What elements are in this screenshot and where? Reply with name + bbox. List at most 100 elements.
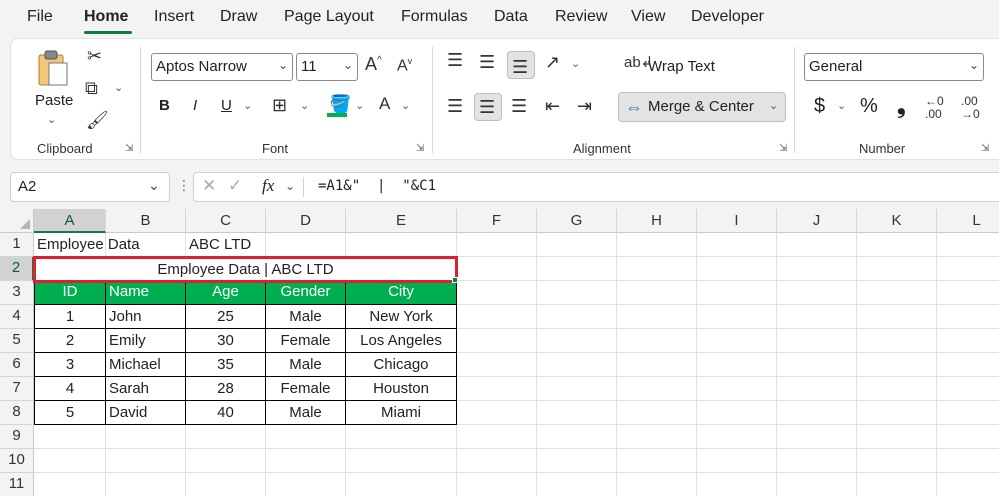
row-header-11[interactable]: 11 bbox=[0, 473, 34, 496]
formula-input[interactable]: =A1&" | "&C1 bbox=[318, 178, 436, 194]
table-cell[interactable]: Male bbox=[266, 401, 346, 425]
menu-draw[interactable]: Draw bbox=[220, 8, 257, 26]
percent-button[interactable]: % bbox=[860, 95, 878, 118]
table-cell[interactable]: Female bbox=[266, 377, 346, 401]
menu-review[interactable]: Review bbox=[555, 8, 607, 26]
row-header-1[interactable]: 1 bbox=[0, 233, 34, 257]
orientation-chevron-icon[interactable]: ⌄ bbox=[571, 57, 580, 70]
font-color-icon[interactable]: A bbox=[379, 95, 390, 112]
table-cell[interactable]: 4 bbox=[34, 377, 106, 401]
select-all-button[interactable] bbox=[0, 209, 34, 233]
table-cell[interactable]: 3 bbox=[34, 353, 106, 377]
cut-icon[interactable]: ✂ bbox=[87, 47, 102, 65]
table-cell[interactable]: Chicago bbox=[346, 353, 457, 377]
align-center-button[interactable]: ☰ bbox=[474, 93, 502, 121]
table-cell[interactable]: 40 bbox=[186, 401, 266, 425]
font-launcher-icon[interactable]: ⇲ bbox=[416, 143, 424, 154]
italic-button[interactable]: I bbox=[193, 97, 197, 114]
row-header-3[interactable]: 3 bbox=[0, 281, 34, 305]
table-cell[interactable]: 1 bbox=[34, 305, 106, 329]
decrease-decimal-icon[interactable]: .00 →0 bbox=[961, 94, 980, 121]
comma-style-button[interactable]: ❟ bbox=[897, 93, 906, 119]
enter-icon[interactable]: ✓ bbox=[228, 176, 242, 196]
currency-chevron-icon[interactable]: ⌄ bbox=[837, 99, 846, 112]
menu-view[interactable]: View bbox=[631, 8, 665, 26]
menu-file[interactable]: File bbox=[27, 8, 53, 26]
column-header-b[interactable]: B bbox=[106, 209, 186, 233]
align-left-icon[interactable]: ☰ bbox=[447, 97, 463, 115]
row-header-8[interactable]: 8 bbox=[0, 401, 34, 425]
fill-color-chevron-icon[interactable]: ⌄ bbox=[355, 99, 364, 112]
increase-decimal-icon[interactable]: ←0.00 bbox=[925, 94, 944, 121]
table-cell[interactable]: Emily bbox=[106, 329, 186, 353]
column-header-i[interactable]: I bbox=[697, 209, 777, 233]
column-header-d[interactable]: D bbox=[266, 209, 346, 233]
menu-home[interactable]: Home bbox=[84, 8, 128, 26]
cell-a1[interactable]: Employee Data bbox=[34, 233, 184, 257]
borders-chevron-icon[interactable]: ⌄ bbox=[300, 99, 309, 112]
wrap-text-button[interactable]: Wrap Text bbox=[648, 58, 715, 75]
menu-formulas[interactable]: Formulas bbox=[401, 8, 468, 26]
menu-developer[interactable]: Developer bbox=[691, 8, 764, 26]
column-header-c[interactable]: C bbox=[186, 209, 266, 233]
number-launcher-icon[interactable]: ⇲ bbox=[981, 143, 989, 154]
format-painter-icon[interactable]: 🖌 bbox=[86, 111, 109, 129]
underline-chevron-icon[interactable]: ⌄ bbox=[243, 99, 252, 112]
column-header-j[interactable]: J bbox=[777, 209, 857, 233]
row-header-6[interactable]: 6 bbox=[0, 353, 34, 377]
table-cell[interactable]: Female bbox=[266, 329, 346, 353]
font-name-dropdown[interactable]: Aptos Narrow ⌄ bbox=[151, 53, 293, 81]
menu-page-layout[interactable]: Page Layout bbox=[284, 8, 374, 26]
table-cell[interactable]: Houston bbox=[346, 377, 457, 401]
row-header-7[interactable]: 7 bbox=[0, 377, 34, 401]
borders-icon[interactable]: ⊞ bbox=[272, 96, 287, 114]
alignment-launcher-icon[interactable]: ⇲ bbox=[779, 143, 787, 154]
table-cell[interactable]: John bbox=[106, 305, 186, 329]
column-header-h[interactable]: H bbox=[617, 209, 697, 233]
table-header-name[interactable]: Name bbox=[106, 281, 186, 305]
increase-indent-icon[interactable]: ⇥ bbox=[577, 97, 592, 115]
align-right-icon[interactable]: ☰ bbox=[511, 97, 527, 115]
name-box[interactable]: A2 ⌄ bbox=[10, 172, 170, 202]
decrease-indent-icon[interactable]: ⇤ bbox=[545, 97, 560, 115]
table-cell[interactable]: 35 bbox=[186, 353, 266, 377]
decrease-font-size-icon[interactable]: Av bbox=[397, 57, 412, 74]
bold-button[interactable]: B bbox=[159, 97, 170, 114]
copy-chevron-icon[interactable]: ⌄ bbox=[114, 81, 123, 94]
increase-font-size-icon[interactable]: A^ bbox=[365, 55, 382, 73]
menu-insert[interactable]: Insert bbox=[154, 8, 194, 26]
chevron-down-icon[interactable]: ⌄ bbox=[285, 179, 295, 193]
table-cell[interactable]: Male bbox=[266, 305, 346, 329]
column-header-l[interactable]: L bbox=[937, 209, 999, 233]
table-cell[interactable]: Michael bbox=[106, 353, 186, 377]
menu-data[interactable]: Data bbox=[494, 8, 528, 26]
table-cell[interactable]: New York bbox=[346, 305, 457, 329]
table-header-city[interactable]: City bbox=[346, 281, 457, 305]
align-bottom-button[interactable]: ☰ bbox=[507, 51, 535, 79]
row-header-4[interactable]: 4 bbox=[0, 305, 34, 329]
number-format-dropdown[interactable]: General ⌄ bbox=[804, 53, 984, 81]
fill-color-icon[interactable]: 🪣 bbox=[329, 95, 351, 113]
column-header-g[interactable]: G bbox=[537, 209, 617, 233]
table-header-gender[interactable]: Gender bbox=[266, 281, 346, 305]
orientation-icon[interactable]: ↗ bbox=[545, 53, 560, 71]
table-cell[interactable]: 25 bbox=[186, 305, 266, 329]
merge-center-button[interactable]: ⇔ Merge & Center ⌄ bbox=[618, 92, 786, 122]
table-cell[interactable]: 5 bbox=[34, 401, 106, 425]
column-header-e[interactable]: E bbox=[346, 209, 457, 233]
underline-button[interactable]: U bbox=[221, 97, 232, 114]
table-header-id[interactable]: ID bbox=[34, 281, 106, 305]
row-header-9[interactable]: 9 bbox=[0, 425, 34, 449]
row-header-5[interactable]: 5 bbox=[0, 329, 34, 353]
table-cell[interactable]: Miami bbox=[346, 401, 457, 425]
column-header-a[interactable]: A bbox=[34, 209, 106, 233]
align-top-icon[interactable]: ☰ bbox=[447, 51, 463, 69]
font-color-chevron-icon[interactable]: ⌄ bbox=[401, 99, 410, 112]
cell-c1[interactable]: ABC LTD bbox=[186, 233, 266, 257]
column-header-f[interactable]: F bbox=[457, 209, 537, 233]
table-cell[interactable]: Sarah bbox=[106, 377, 186, 401]
copy-icon[interactable]: ⧉ bbox=[85, 79, 98, 97]
fill-handle[interactable] bbox=[452, 277, 458, 283]
currency-button[interactable]: $ bbox=[814, 95, 825, 118]
row-header-10[interactable]: 10 bbox=[0, 449, 34, 473]
